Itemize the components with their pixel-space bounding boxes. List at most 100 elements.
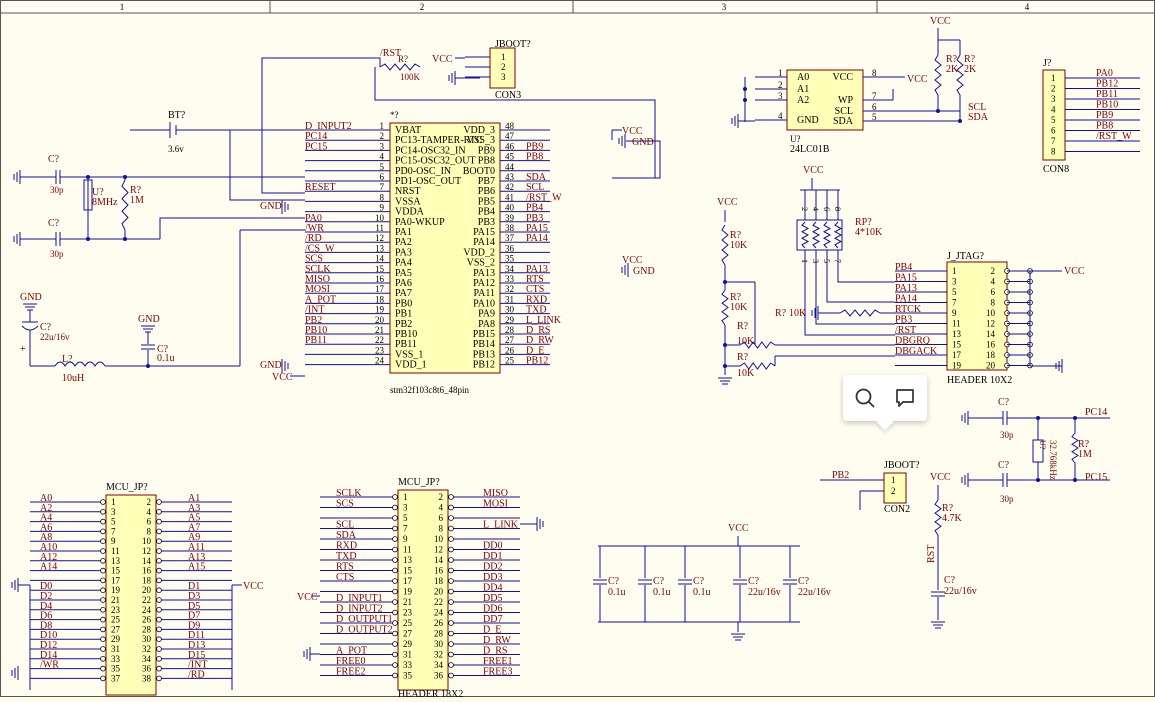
res-val: 2K — [946, 64, 959, 75]
pin-number: 20 — [986, 361, 996, 371]
pin-number: 36 — [434, 671, 444, 681]
pin-number: 6 — [991, 287, 996, 297]
pin-number: 15 — [403, 566, 413, 576]
pin-number: 13 — [375, 243, 385, 253]
comment-icon — [896, 389, 914, 407]
pin-number: 5 — [952, 287, 957, 297]
jboot-ref: JBOOT? — [495, 39, 531, 50]
eeprom-part: 24LC01B — [790, 144, 830, 155]
pin-dot — [448, 588, 454, 595]
pin-number: 6 — [439, 513, 444, 523]
net-label: SCS — [336, 499, 354, 510]
pin-number: 29 — [111, 634, 121, 644]
pin-number: 15 — [952, 340, 962, 350]
pin-dot — [100, 508, 106, 515]
junction-dot — [1036, 416, 1040, 420]
pin-number: 1 — [952, 266, 957, 276]
net-label: PB11 — [305, 335, 327, 346]
net-label: FREE0 — [336, 656, 365, 667]
resistor — [721, 289, 729, 326]
res-val: 2K — [964, 64, 977, 75]
con8-con: CON8 — [1043, 164, 1069, 175]
schematic-canvas[interactable]: 1 2 3 4 *? stm32f103c8t6_48pin 1 VBAT D_INPUT2 2 P… — [0, 0, 1155, 700]
pin-dot — [156, 499, 162, 505]
pin-number: 32 — [434, 650, 443, 660]
pin-dot — [100, 626, 106, 633]
frame-col-label: 3 — [722, 2, 727, 12]
net-label: DD3 — [483, 572, 502, 583]
pin-dot — [100, 567, 106, 574]
resistor — [721, 224, 729, 266]
pin-number: 39 — [505, 213, 515, 223]
wire — [826, 265, 895, 303]
pin-dot — [392, 662, 398, 668]
pin-number: 3 — [811, 259, 820, 263]
net-label: MOSI — [483, 499, 508, 510]
resistor — [800, 221, 810, 249]
net-label: PB2 — [832, 470, 849, 481]
junction-dot — [723, 280, 727, 284]
pin-dot — [448, 599, 454, 605]
pin-number: 40 — [505, 203, 515, 213]
cap-ref: C? — [998, 460, 1010, 471]
pin-number: 44 — [505, 162, 515, 172]
pin-number: 10 — [986, 308, 996, 318]
junction-dot — [86, 237, 90, 241]
net-label: PB11 — [1096, 89, 1118, 100]
pin-dot — [156, 518, 162, 525]
res-val: 10K — [789, 308, 807, 319]
cap-ref: C? — [998, 397, 1010, 408]
comment-button[interactable] — [892, 385, 918, 411]
pin-number: 34 — [505, 264, 515, 274]
net-label: DD4 — [483, 583, 502, 594]
pin-number: 25 — [111, 615, 121, 625]
net-label: FREE2 — [336, 667, 365, 678]
pin-number: 8 — [872, 68, 877, 78]
pin-number: 9 — [111, 536, 116, 546]
pin-number: 4 — [439, 503, 444, 513]
pin-number: 14 — [986, 329, 996, 339]
pin-dot — [448, 494, 454, 500]
pin-number: 28 — [434, 629, 444, 639]
junction-dot — [1073, 416, 1077, 420]
pin-dot — [392, 494, 398, 500]
pin-dot — [156, 606, 162, 613]
pin-number: 17 — [375, 284, 385, 294]
net-label: D_OUTPUT2 — [336, 625, 393, 636]
net-label: PB4 — [895, 262, 912, 273]
mcu-designator: *? — [390, 110, 399, 120]
cap-val: 22u/16v — [944, 586, 977, 597]
pin-dot — [448, 630, 454, 637]
pin-dot — [156, 665, 162, 672]
pin-number: 47 — [505, 131, 515, 141]
pin-dot — [156, 548, 162, 554]
pin-dot — [156, 577, 162, 584]
pin-number: 32 — [142, 644, 151, 654]
cap-ref: C? — [748, 576, 760, 587]
pin-number: 14 — [142, 556, 152, 566]
junction-dot — [146, 364, 150, 368]
search-button[interactable] — [852, 385, 878, 411]
pin-number: 31 — [403, 650, 412, 660]
net-label: FREE3 — [483, 667, 512, 678]
resistor — [822, 221, 832, 249]
net-label: SDA — [336, 530, 357, 541]
pin-name: SDA — [833, 116, 854, 127]
pin-dot — [100, 587, 106, 593]
net-label: DD2 — [483, 562, 502, 573]
resistor — [121, 179, 129, 231]
pin-number: 5 — [403, 513, 408, 523]
pin-number: 1 — [111, 497, 116, 507]
pin-number: 46 — [505, 141, 515, 151]
res-val: 10K — [730, 240, 748, 251]
pin-number: 8 — [439, 524, 444, 534]
junction-dot — [958, 119, 962, 123]
pin-dot — [392, 609, 398, 616]
rp-val: 4*10K — [855, 227, 883, 238]
pin-number: 11 — [403, 545, 412, 555]
pin-dot — [100, 597, 106, 603]
pin-dot — [448, 620, 454, 626]
pin-number: 20 — [375, 315, 385, 325]
pin-dot — [100, 528, 106, 535]
vcc-label: VCC — [622, 255, 643, 266]
